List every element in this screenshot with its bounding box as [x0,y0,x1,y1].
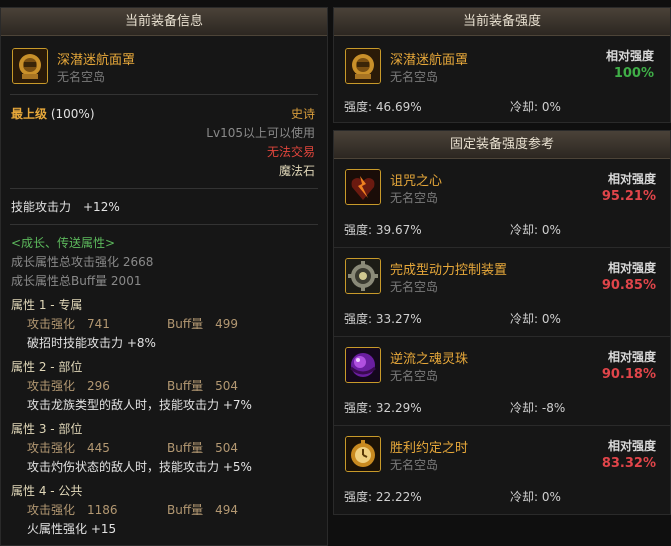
heart-icon [345,169,381,205]
item-name: 深潜迷航面罩 [57,53,136,68]
attribute-title: 属性 1 - 专属 [11,298,83,312]
grade-label: 最上级 [11,107,48,121]
growth-title: <成长、传送属性> [11,236,116,250]
attribute-atk: 攻击强化 741 [27,317,110,331]
relative-strength-label: 相对强度 [607,261,656,275]
stats-line: 强度: 22.22% 冷却: 0% [344,488,662,505]
relative-strength-value: 83.32% [601,456,656,471]
reference-item[interactable]: 诅咒之心 无名空岛 相对强度 95.21% 强度: 39.67% 冷却: 0% [334,159,670,247]
divider [10,224,318,225]
strength-value: 强度: 22.22% [344,490,422,504]
pocket-watch-icon [345,436,381,472]
attribute-atk: 攻击强化 1186 [27,503,118,517]
reference-item[interactable]: 逆流之魂灵珠 无名空岛 相对强度 90.18% 强度: 32.29% 冷却: -… [334,337,670,425]
current-equipment-strength-panel: 当前装备强度 深潜迷航面罩 无名空岛 相对强度 100% 强度: 46.69% … [333,7,671,123]
panel-header: 当前装备强度 [334,8,670,36]
relative-strength-label: 相对强度 [607,350,656,364]
attribute-title: 属性 4 - 公共 [11,484,83,498]
divider [10,188,318,189]
material: 魔法石 [278,164,315,178]
relative-strength-label: 相对强度 [607,172,656,186]
stats-line: 强度: 32.29% 冷却: -8% [344,399,662,416]
relative-strength-value: 100% [613,66,654,81]
attribute-buff: Buff量 494 [167,503,239,517]
item-name: 诅咒之心 [390,174,443,189]
relative-strength-label: 相对强度 [607,439,656,453]
trade-status: 无法交易 [266,145,315,159]
helmet-icon [12,48,48,84]
cooldown-value: 冷却: -8% [510,401,566,415]
reference-item[interactable]: 完成型动力控制装置 无名空岛 相对强度 90.85% 强度: 33.27% 冷却… [334,248,670,336]
attribute-effect: 破招时技能攻击力 +8% [27,336,156,350]
item-name: 深潜迷航面罩 [390,53,469,68]
fixed-equipment-reference-panel: 固定装备强度参考 诅咒之心 无名空岛 相对强度 95.21% 强度: 39.67… [333,130,671,515]
item-source: 无名空岛 [390,70,439,84]
growth-total-atk: 成长属性总攻击强化 2668 [11,255,154,269]
divider [10,94,318,95]
relative-strength-value: 90.85% [601,278,656,293]
relative-strength-value: 95.21% [601,189,656,204]
rarity: 史诗 [290,107,315,121]
item-name: 胜利约定之时 [390,441,469,456]
grade-percent: (100%) [50,107,95,121]
attribute-buff: Buff量 504 [167,379,239,393]
relative-strength-value: 90.18% [601,367,656,382]
attribute-title: 属性 3 - 部位 [11,422,83,436]
attribute-buff: Buff量 504 [167,441,239,455]
item-name: 完成型动力控制装置 [390,263,508,278]
attribute-atk: 攻击强化 296 [27,379,110,393]
growth-total-buff: 成长属性总Buff量 2001 [11,274,142,288]
cooldown-value: 冷却: 0% [510,490,561,504]
attribute-title: 属性 2 - 部位 [11,360,83,374]
attribute-effect: 攻击灼伤状态的敌人时，技能攻击力 +5% [27,460,252,474]
item-source: 无名空岛 [390,191,439,205]
panel-header: 固定装备强度参考 [334,131,670,159]
stats-line: 强度: 46.69% 冷却: 0% [344,98,660,115]
item-source: 无名空岛 [390,280,439,294]
relative-strength-label: 相对强度 [605,49,654,63]
strength-value: 强度: 32.29% [344,401,422,415]
stats-line: 强度: 33.27% 冷却: 0% [344,310,662,327]
panel-header: 当前装备信息 [1,8,327,36]
attribute-effect: 攻击龙族类型的敌人时，技能攻击力 +7% [27,398,252,412]
strength-value: 强度: 39.67% [344,223,422,237]
stats-line: 强度: 39.67% 冷却: 0% [344,221,662,238]
grade: 最上级 (100%) [11,105,95,122]
strength-value: 强度: 33.27% [344,312,422,326]
attribute-effect: 火属性强化 +15 [27,522,117,536]
reference-item[interactable]: 胜利约定之时 无名空岛 相对强度 83.32% 强度: 22.22% 冷却: 0… [334,426,670,514]
cooldown-value: 冷却: 0% [510,100,561,114]
item-source: 无名空岛 [390,458,439,472]
item-source: 无名空岛 [390,369,439,383]
strength-value: 强度: 46.69% [344,100,422,114]
item-header[interactable]: 深潜迷航面罩 无名空岛 相对强度 100% [334,36,670,84]
cooldown-value: 冷却: 0% [510,223,561,237]
item-name: 逆流之魂灵珠 [390,352,469,367]
attribute-buff: Buff量 499 [167,317,239,331]
gear-device-icon [345,258,381,294]
item-header[interactable]: 深潜迷航面罩 无名空岛 [1,36,327,84]
current-equipment-info-panel: 当前装备信息 深潜迷航面罩 无名空岛 最上级 (100%) 史诗 Lv105以上… [0,7,328,546]
level-requirement: Lv105以上可以使用 [206,126,315,140]
cooldown-value: 冷却: 0% [510,312,561,326]
item-source: 无名空岛 [57,70,106,84]
orb-icon [345,347,381,383]
attribute-atk: 攻击强化 445 [27,441,110,455]
helmet-icon [345,48,381,84]
skill-attack: 技能攻击力 +12% [11,200,120,214]
